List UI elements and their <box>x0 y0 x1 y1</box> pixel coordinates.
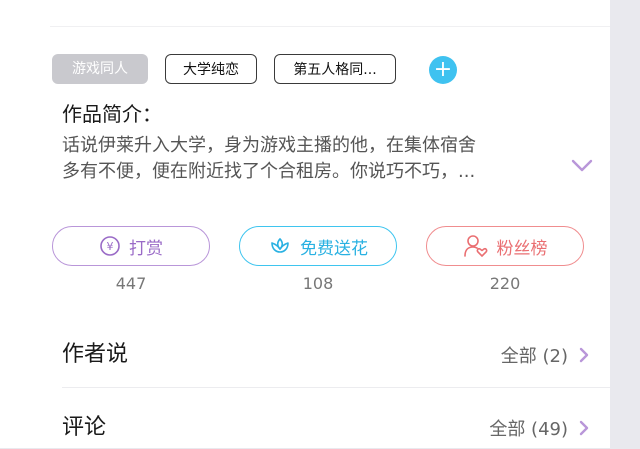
user-heart-icon <box>463 235 487 257</box>
intro-line-2: 多有不便，便在附近找了个合租房。你说巧不巧，... <box>62 161 476 182</box>
author-notes-title: 作者说 <box>62 342 129 367</box>
tag-identity-v-fanfic[interactable]: 第五人格同... <box>274 54 396 84</box>
comments-count: 全部 (49) <box>489 419 568 440</box>
chevron-right-icon <box>579 420 589 436</box>
intro-text: 话说伊莱升入大学，身为游戏主播的他，在集体宿舍 多有不便，便在附近找了个合租房。… <box>62 133 552 185</box>
add-tag-button[interactable]: + <box>429 56 457 84</box>
tip-label: 打赏 <box>129 238 163 259</box>
comments-row[interactable]: 评论 全部 (49) <box>62 409 590 449</box>
chevron-down-icon[interactable] <box>570 158 594 174</box>
tag-campus-romance[interactable]: 大学纯恋 <box>165 54 257 84</box>
intro-title: 作品简介： <box>62 102 162 126</box>
comments-title: 评论 <box>62 415 107 440</box>
author-notes-link[interactable]: 全部 (2) <box>501 342 590 368</box>
intro-line-1: 话说伊莱升入大学，身为游戏主播的他，在集体宿舍 <box>62 135 476 156</box>
action-bar: ¥ 打赏 免费送花 粉丝榜 447 108 220 <box>52 226 592 296</box>
plus-icon: + <box>433 57 453 82</box>
fan-ranking-button[interactable]: 粉丝榜 <box>426 226 584 266</box>
svg-text:¥: ¥ <box>107 240 114 253</box>
top-divider <box>50 26 610 27</box>
chevron-right-icon <box>579 347 589 363</box>
tip-count: 447 <box>115 274 147 293</box>
flower-count: 108 <box>302 274 334 293</box>
section-divider <box>62 387 610 388</box>
tag-game-fanfic[interactable]: 游戏同人 <box>52 54 148 84</box>
tip-button[interactable]: ¥ 打赏 <box>52 226 210 266</box>
fan-count: 220 <box>489 274 521 293</box>
yen-coin-icon: ¥ <box>100 236 120 256</box>
author-notes-row[interactable]: 作者说 全部 (2) <box>62 336 590 376</box>
fan-ranking-label: 粉丝榜 <box>496 238 548 259</box>
flower-icon <box>271 237 289 253</box>
send-flower-button[interactable]: 免费送花 <box>239 226 397 266</box>
author-notes-count: 全部 (2) <box>500 346 568 367</box>
send-flower-label: 免费送花 <box>300 238 368 259</box>
comments-link[interactable]: 全部 (49) <box>489 415 590 441</box>
work-detail-card: 游戏同人 大学纯恋 第五人格同... + 作品简介： 话说伊莱升入大学，身为游戏… <box>0 0 610 448</box>
